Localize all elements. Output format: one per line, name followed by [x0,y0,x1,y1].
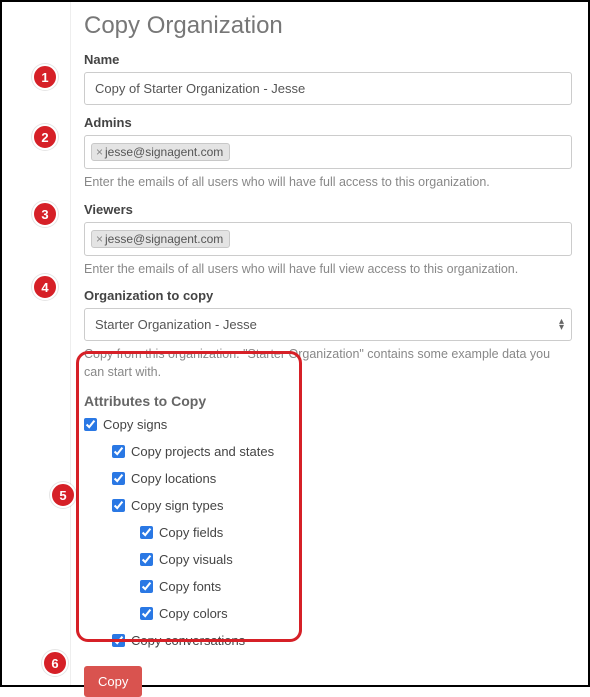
annotation-marker-6: 6 [42,650,68,676]
checkbox-copy-locations[interactable] [112,472,125,485]
admins-help: Enter the emails of all users who will h… [84,174,572,192]
checkbox-label: Copy signs [103,417,167,432]
checkbox-label: Copy conversations [131,633,245,648]
name-input[interactable] [84,72,572,105]
checkbox-copy-signs[interactable] [84,418,97,431]
checkbox-copy-visuals[interactable] [140,553,153,566]
viewers-label: Viewers [84,202,572,217]
org-to-copy-help: Copy from this organization. "Starter Or… [84,346,572,381]
checkbox-label: Copy fonts [159,579,221,594]
name-label: Name [84,52,572,67]
org-to-copy-select[interactable]: Starter Organization - Jesse [84,308,572,341]
close-icon[interactable]: × [96,233,103,245]
checkbox-label: Copy sign types [131,498,224,513]
close-icon[interactable]: × [96,146,103,158]
checkbox-label: Copy visuals [159,552,233,567]
attributes-title: Attributes to Copy [84,393,572,409]
admins-tag-label: jesse@signagent.com [105,145,223,159]
vertical-divider [70,2,71,685]
page-title: Copy Organization [84,12,572,40]
org-to-copy-label: Organization to copy [84,288,572,303]
copy-button[interactable]: Copy [84,666,142,697]
checkbox-copy-fields[interactable] [140,526,153,539]
annotation-marker-2: 2 [32,124,58,150]
checkbox-label: Copy colors [159,606,228,621]
checkbox-copy-sign-types[interactable] [112,499,125,512]
checkbox-label: Copy fields [159,525,223,540]
checkbox-copy-projects[interactable] [112,445,125,458]
attributes-checklist: Copy signs Copy projects and states Copy… [84,417,572,648]
annotation-marker-5: 5 [50,482,76,508]
viewers-help: Enter the emails of all users who will h… [84,261,572,279]
admins-label: Admins [84,115,572,130]
checkbox-label: Copy projects and states [131,444,274,459]
viewers-input[interactable]: × jesse@signagent.com [84,222,572,256]
annotation-marker-3: 3 [32,201,58,227]
viewers-tag-label: jesse@signagent.com [105,232,223,246]
annotation-marker-1: 1 [32,64,58,90]
checkbox-copy-fonts[interactable] [140,580,153,593]
admins-input[interactable]: × jesse@signagent.com [84,135,572,169]
admins-tag[interactable]: × jesse@signagent.com [91,143,230,161]
annotation-marker-4: 4 [32,274,58,300]
viewers-tag[interactable]: × jesse@signagent.com [91,230,230,248]
checkbox-label: Copy locations [131,471,216,486]
checkbox-copy-conversations[interactable] [112,634,125,647]
checkbox-copy-colors[interactable] [140,607,153,620]
